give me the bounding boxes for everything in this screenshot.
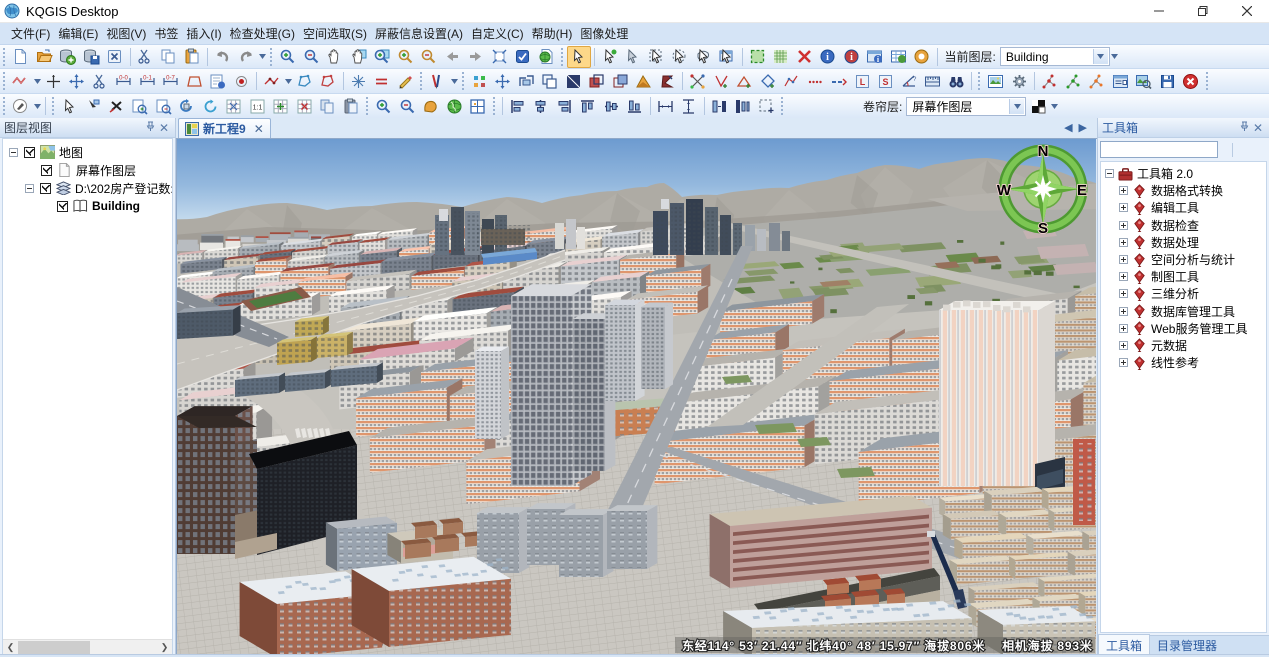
svg-text:1:1: 1:1 (252, 104, 262, 111)
svg-text:i: i (850, 52, 853, 63)
svg-text:0-1: 0-1 (143, 75, 152, 81)
svg-text:E: E (1077, 182, 1087, 199)
svg-text:N: N (1038, 143, 1049, 160)
svg-text:L: L (860, 77, 866, 87)
svg-text:S: S (883, 77, 889, 87)
svg-text:S: S (1038, 220, 1048, 237)
svg-text:i: i (826, 52, 829, 63)
svg-text:0-0: 0-0 (119, 75, 128, 81)
svg-text:0-7: 0-7 (166, 75, 175, 81)
svg-text:东经114° 53′ 21.44″ 北纬40° 48′ 1: 东经114° 53′ 21.44″ 北纬40° 48′ 15.97″ 海拔806… (682, 638, 1093, 653)
svg-text:W: W (997, 182, 1012, 199)
svg-text:?: ? (913, 77, 917, 83)
